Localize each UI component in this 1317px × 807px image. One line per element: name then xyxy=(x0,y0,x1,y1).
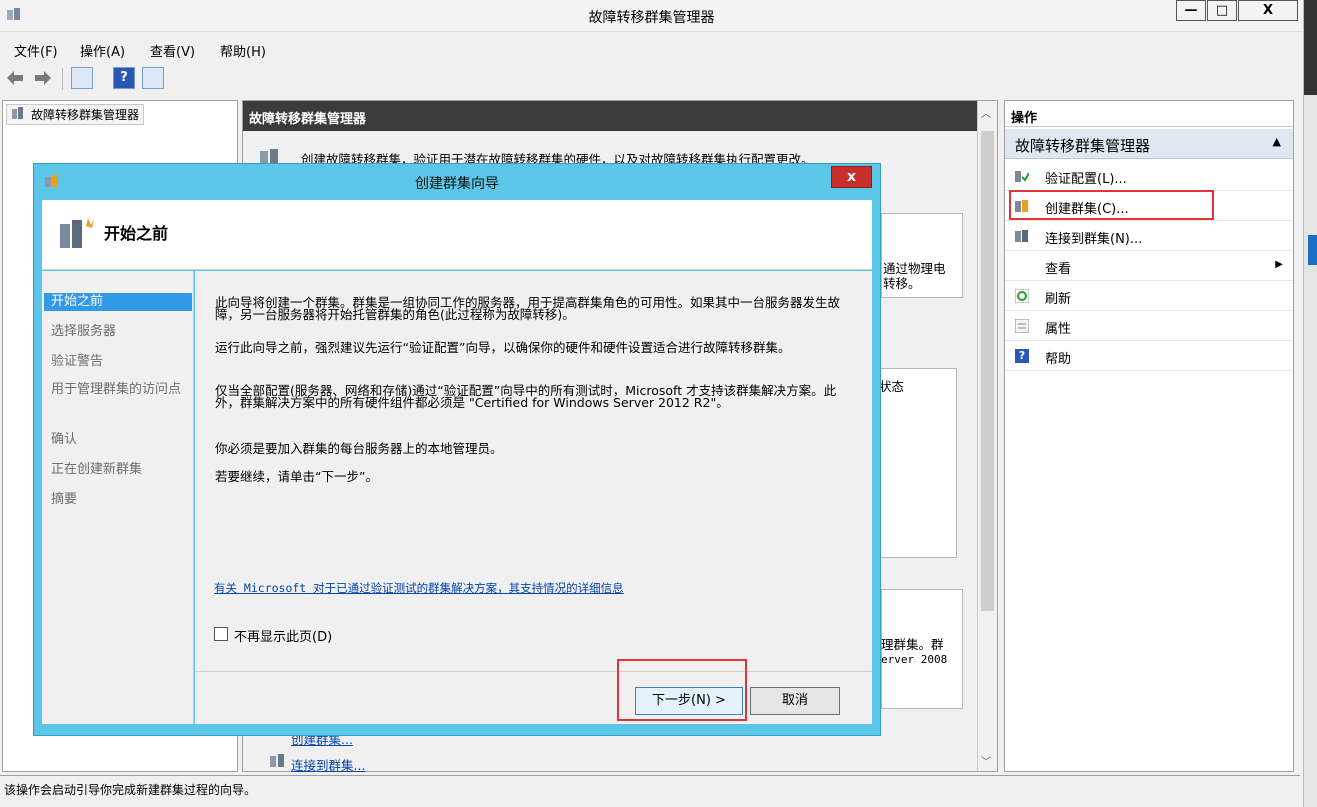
wizard-paragraph: 此向导将创建一个群集。群集是一组协同工作的服务器，用于提高群集角色的可用性。如果… xyxy=(215,295,841,322)
step-access-point: 用于管理群集的访问点 xyxy=(51,382,182,397)
adjacent-window-edge xyxy=(1303,0,1317,807)
action-view[interactable]: 查看 ▶ xyxy=(1005,251,1293,281)
center-header: 故障转移群集管理器 xyxy=(243,101,977,131)
step-validation-warning: 验证警告 xyxy=(51,354,104,369)
step-summary: 摘要 xyxy=(51,492,78,507)
help-toolbar-icon[interactable]: ? xyxy=(113,67,135,89)
show-tree-icon[interactable] xyxy=(71,67,93,89)
status-bar: 该操作会启动引导你完成新建群集过程的向导。 xyxy=(0,775,1300,799)
center-partial-text: 状态 xyxy=(879,379,905,394)
actions-section-label: 故障转移群集管理器 xyxy=(1015,137,1151,155)
cancel-button[interactable]: 取消 xyxy=(750,687,840,715)
tree-item-label: 故障转移群集管理器 xyxy=(31,108,140,122)
highlight-create-cluster xyxy=(1009,190,1214,220)
connect-cluster-link[interactable]: 连接到群集... xyxy=(291,755,365,774)
forward-arrow-icon[interactable] xyxy=(34,70,52,86)
step-before-you-begin: 开始之前 xyxy=(44,293,192,311)
center-partial-text: erver 2008 xyxy=(881,653,948,666)
toolbar: ? xyxy=(0,64,1300,94)
center-list-box xyxy=(873,368,957,558)
help-icon: ? xyxy=(1015,349,1029,363)
wizard-title: 创建群集向导 xyxy=(415,176,499,192)
dont-show-label: 不再显示此页(D) xyxy=(234,630,333,645)
center-scrollbar[interactable]: ︿ ﹀ xyxy=(977,101,997,771)
close-button[interactable]: X xyxy=(1238,0,1298,21)
highlight-next-button xyxy=(617,659,747,721)
step-creating: 正在创建新群集 xyxy=(51,462,143,477)
step-select-servers: 选择服务器 xyxy=(51,324,117,339)
step-confirm: 确认 xyxy=(51,432,78,447)
wizard-paragraph: 若要继续，请单击“下一步”。 xyxy=(215,469,378,484)
properties-icon xyxy=(1015,319,1029,333)
wizard-heading: 开始之前 xyxy=(104,224,169,243)
create-cluster-wizard: 创建群集向导 x 开始之前 开始之前 选择服务器 验证警告 用于管理群集的访问点… xyxy=(33,163,881,736)
menu-action[interactable]: 操作(A) xyxy=(80,41,125,60)
menu-file[interactable]: 文件(F) xyxy=(14,41,58,60)
scrollbar-thumb[interactable] xyxy=(981,131,994,611)
validate-icon xyxy=(1015,171,1029,182)
action-refresh[interactable]: 刷新 xyxy=(1005,281,1293,311)
center-partial-text: 转移。 xyxy=(883,276,921,291)
action-properties[interactable]: 属性 xyxy=(1005,311,1293,341)
wizard-title-bar: 创建群集向导 xyxy=(34,164,880,200)
minimize-button[interactable]: — xyxy=(1176,0,1206,21)
title-bar: 故障转移群集管理器 — □ X xyxy=(0,0,1303,32)
window-title: 故障转移群集管理器 xyxy=(588,10,715,26)
wizard-paragraph: 你必须是要加入群集的每台服务器上的本地管理员。 xyxy=(215,441,503,456)
show-action-pane-icon[interactable] xyxy=(142,67,164,89)
actions-section-header[interactable]: 故障转移群集管理器 ▲ xyxy=(1005,129,1293,159)
wizard-body: 此向导将创建一个群集。群集是一组协同工作的服务器，用于提高群集角色的可用性。如果… xyxy=(195,271,872,671)
collapse-up-icon[interactable]: ▲ xyxy=(1273,135,1281,148)
actions-header: 操作 xyxy=(1005,101,1293,127)
wizard-footer: 下一步(N) > 取消 xyxy=(195,671,872,724)
action-validate[interactable]: 验证配置(L)... xyxy=(1005,161,1293,191)
wizard-cluster-icon xyxy=(60,218,94,248)
maximize-button[interactable]: □ xyxy=(1207,0,1237,21)
menu-help[interactable]: 帮助(H) xyxy=(220,41,266,60)
support-info-link[interactable]: 有关 Microsoft 对于已通过验证测试的群集解决方案，其支持情况的详细信息 xyxy=(214,580,624,596)
dont-show-checkbox[interactable] xyxy=(214,627,228,641)
connect-icon xyxy=(270,754,284,767)
wizard-paragraph: 运行此向导之前，强烈建议先运行“验证配置”向导，以确保你的硬件和硬件设置适合进行… xyxy=(215,340,791,355)
wizard-steps: 开始之前 选择服务器 验证警告 用于管理群集的访问点 确认 正在创建新群集 摘要 xyxy=(42,271,194,724)
submenu-arrow-icon: ▶ xyxy=(1275,259,1283,270)
refresh-icon xyxy=(1015,289,1029,303)
back-arrow-icon[interactable] xyxy=(6,70,24,86)
wizard-close-button[interactable]: x xyxy=(831,166,872,188)
tree-item-root[interactable]: 故障转移群集管理器 xyxy=(6,104,145,125)
action-connect[interactable]: 连接到群集(N)... xyxy=(1005,221,1293,251)
cluster-manager-icon xyxy=(12,107,23,119)
menu-view[interactable]: 查看(V) xyxy=(150,41,195,60)
action-help[interactable]: ? 帮助 xyxy=(1005,341,1293,371)
wizard-paragraph: 仅当全部配置(服务器、网络和存储)通过“验证配置”向导中的所有测试时，Micro… xyxy=(215,383,837,410)
center-partial-text: 理群集。群 xyxy=(881,637,944,652)
menu-bar: 文件(F) 操作(A) 查看(V) 帮助(H) xyxy=(0,36,1300,62)
wizard-header: 开始之前 xyxy=(42,200,872,270)
connect-icon xyxy=(1015,230,1028,242)
